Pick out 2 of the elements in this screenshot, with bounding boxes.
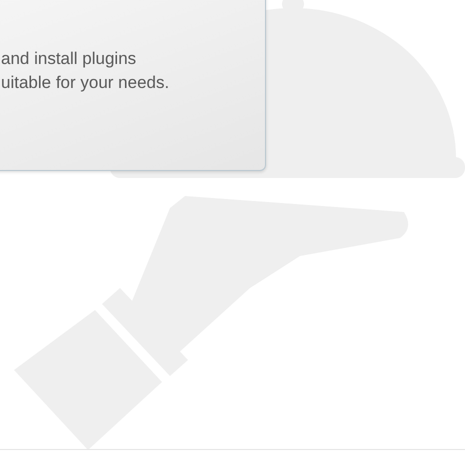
card-text: uitable for your needs. bbox=[1, 72, 170, 94]
card-text: and install plugins bbox=[1, 48, 136, 70]
